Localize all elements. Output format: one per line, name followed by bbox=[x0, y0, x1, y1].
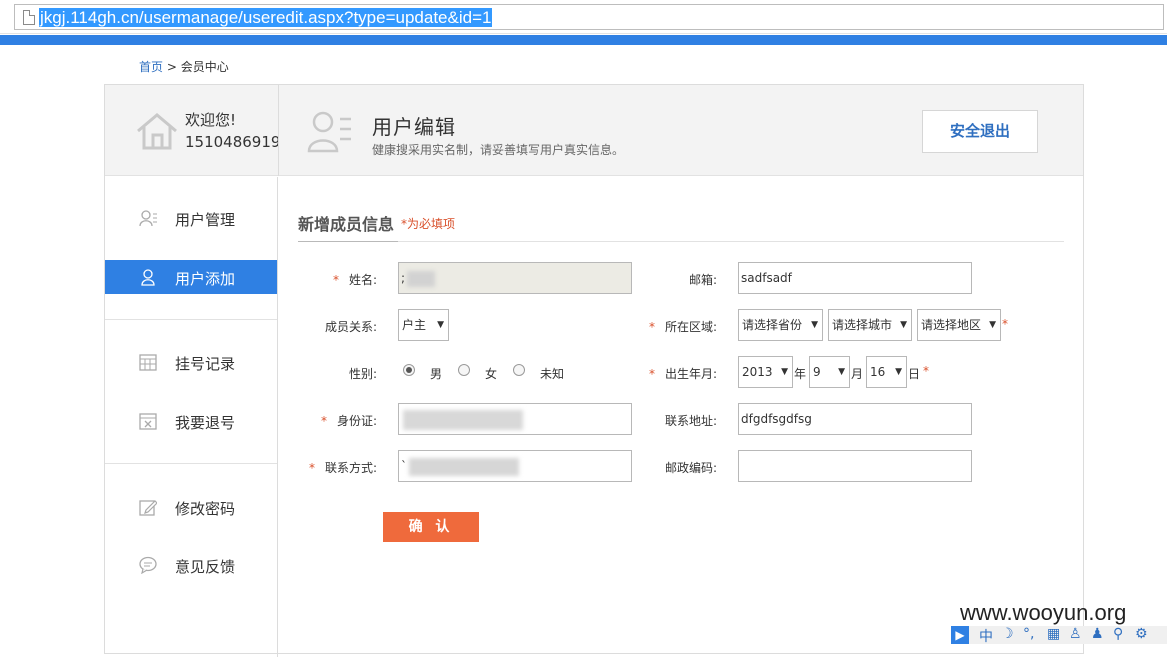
sidebar-item-label: 修改密码 bbox=[175, 500, 236, 518]
breadcrumb-separator: > bbox=[166, 60, 177, 74]
chevron-down-icon: ▼ bbox=[989, 320, 996, 330]
email-field[interactable]: sadfsadf bbox=[738, 262, 972, 294]
postcode-field[interactable] bbox=[738, 450, 972, 482]
sidebar-divider bbox=[105, 463, 277, 464]
panel-header: 欢迎您! 15104869199 用户编辑 健康搜采用实名制，请妥善填写用户真实… bbox=[105, 85, 1083, 176]
gender-option-label: 男 bbox=[430, 367, 443, 381]
edit-icon bbox=[139, 500, 157, 516]
breadcrumb-current: 会员中心 bbox=[180, 60, 229, 74]
calendar-icon bbox=[139, 354, 157, 371]
idcard-label: * 身份证: bbox=[320, 414, 377, 428]
year-unit: 年 bbox=[794, 367, 807, 381]
required-mark: * bbox=[923, 364, 929, 378]
month-unit: 月 bbox=[851, 367, 864, 381]
browser-address-bar: jkgj.114gh.cn/usermanage/useredit.aspx?t… bbox=[0, 0, 1167, 34]
chevron-down-icon: ▼ bbox=[781, 367, 788, 377]
ime-mode-label[interactable]: 中 bbox=[979, 626, 993, 646]
header-divider bbox=[278, 85, 279, 176]
sidebar-item-label: 意见反馈 bbox=[175, 558, 236, 576]
user-icon[interactable]: ♟ bbox=[1091, 626, 1104, 642]
shirt-icon[interactable]: ♙ bbox=[1069, 626, 1082, 642]
welcome-text: 欢迎您! bbox=[185, 111, 237, 129]
redacted-blur bbox=[403, 410, 523, 430]
gender-radio-unknown[interactable] bbox=[513, 364, 525, 376]
chevron-down-icon: ▼ bbox=[895, 367, 902, 377]
birth-label: * 出生年月: bbox=[648, 367, 717, 381]
page-subtitle: 健康搜采用实名制，请妥善填写用户真实信息。 bbox=[372, 143, 625, 157]
district-select[interactable]: 请选择地区 ▼ bbox=[917, 309, 1001, 341]
address-label: 联系地址: bbox=[664, 414, 717, 428]
logout-button[interactable]: 安全退出 bbox=[922, 110, 1038, 153]
gender-radio-female[interactable] bbox=[458, 364, 470, 376]
ime-logo-icon: ▶ bbox=[951, 626, 969, 644]
sidebar-item-feedback[interactable]: 意见反馈 bbox=[105, 548, 277, 582]
sidebar-item-change-password[interactable]: 修改密码 bbox=[105, 490, 277, 524]
address-field[interactable]: dfgdfsgdfsg bbox=[738, 403, 972, 435]
keyboard-icon[interactable]: ▦ bbox=[1047, 626, 1060, 642]
postcode-label: 邮政编码: bbox=[664, 461, 717, 475]
chat-icon bbox=[139, 556, 157, 574]
day-unit: 日 bbox=[908, 367, 921, 381]
sidebar: 用户管理 用户添加 挂号记录 我要退号 修改密码 意见反馈 bbox=[105, 177, 278, 657]
gender-option-label: 未知 bbox=[540, 367, 565, 381]
idcard-field[interactable] bbox=[398, 403, 632, 435]
top-accent-bar bbox=[0, 35, 1167, 45]
gender-label: 性别: bbox=[348, 367, 377, 381]
contact-label: * 联系方式: bbox=[308, 461, 377, 475]
email-label: 邮箱: bbox=[688, 273, 717, 287]
name-label: * 姓名: bbox=[332, 273, 377, 287]
contact-field[interactable]: ` bbox=[398, 450, 632, 482]
search-icon[interactable]: ⚲ bbox=[1113, 626, 1123, 642]
home-icon bbox=[137, 113, 177, 150]
page-icon bbox=[23, 10, 35, 25]
section-title: 新增成员信息 bbox=[298, 215, 395, 234]
breadcrumb: 首页 > 会员中心 bbox=[139, 58, 229, 75]
sidebar-item-label: 挂号记录 bbox=[175, 355, 236, 373]
birth-day-select[interactable]: 16 ▼ bbox=[866, 356, 907, 388]
sidebar-item-user-add[interactable]: 用户添加 bbox=[105, 260, 277, 294]
city-select[interactable]: 请选择城市 ▼ bbox=[828, 309, 912, 341]
province-select[interactable]: 请选择省份 ▼ bbox=[738, 309, 823, 341]
chevron-down-icon: ▼ bbox=[437, 320, 444, 330]
chevron-down-icon: ▼ bbox=[838, 367, 845, 377]
birth-month-select[interactable]: 9 ▼ bbox=[809, 356, 850, 388]
chevron-down-icon: ▼ bbox=[900, 320, 907, 330]
name-field[interactable]: ; bbox=[398, 262, 632, 294]
redacted-blur bbox=[407, 271, 435, 287]
sidebar-item-cancel-appointment[interactable]: 我要退号 bbox=[105, 404, 277, 438]
user-list-icon bbox=[139, 210, 157, 227]
gender-option-label: 女 bbox=[485, 367, 498, 381]
gear-icon[interactable]: ⚙ bbox=[1135, 626, 1148, 642]
breadcrumb-home-link[interactable]: 首页 bbox=[139, 60, 163, 74]
relation-select[interactable]: 户主 ▼ bbox=[398, 309, 449, 341]
calendar-cancel-icon bbox=[139, 413, 157, 430]
relation-label: 成员关系: bbox=[324, 320, 377, 334]
url-text[interactable]: jkgj.114gh.cn/usermanage/useredit.aspx?t… bbox=[39, 8, 493, 27]
chevron-down-icon: ▼ bbox=[811, 320, 818, 330]
url-field[interactable]: jkgj.114gh.cn/usermanage/useredit.aspx?t… bbox=[14, 4, 1164, 30]
page-title: 用户编辑 bbox=[372, 115, 456, 139]
required-note: *为必填项 bbox=[401, 217, 456, 231]
sidebar-item-label: 用户添加 bbox=[175, 270, 236, 288]
sidebar-divider bbox=[105, 319, 277, 320]
sidebar-item-label: 我要退号 bbox=[175, 414, 236, 432]
user-add-icon bbox=[141, 269, 155, 286]
sidebar-item-user-manage[interactable]: 用户管理 bbox=[105, 201, 277, 235]
moon-icon[interactable]: ☽ bbox=[1001, 626, 1014, 642]
confirm-button[interactable]: 确 认 bbox=[383, 512, 479, 542]
punctuation-icon[interactable]: °, bbox=[1023, 626, 1034, 642]
required-mark: * bbox=[1002, 317, 1008, 331]
gender-radio-male[interactable] bbox=[403, 364, 415, 376]
user-profile-icon bbox=[307, 111, 351, 153]
sidebar-item-label: 用户管理 bbox=[175, 211, 236, 229]
user-phone: 15104869199 bbox=[185, 133, 278, 151]
watermark: www.wooyun.org bbox=[960, 600, 1127, 625]
redacted-blur bbox=[409, 458, 519, 476]
region-label: * 所在区域: bbox=[648, 320, 717, 334]
member-center-panel: 欢迎您! 15104869199 用户编辑 健康搜采用实名制，请妥善填写用户真实… bbox=[104, 84, 1084, 657]
ime-toolbar: ▶ 中 ☽ °, ▦ ♙ ♟ ⚲ ⚙ bbox=[951, 626, 1167, 646]
sidebar-item-appointments[interactable]: 挂号记录 bbox=[105, 345, 277, 379]
section-divider bbox=[298, 241, 1064, 242]
birth-year-select[interactable]: 2013 ▼ bbox=[738, 356, 793, 388]
